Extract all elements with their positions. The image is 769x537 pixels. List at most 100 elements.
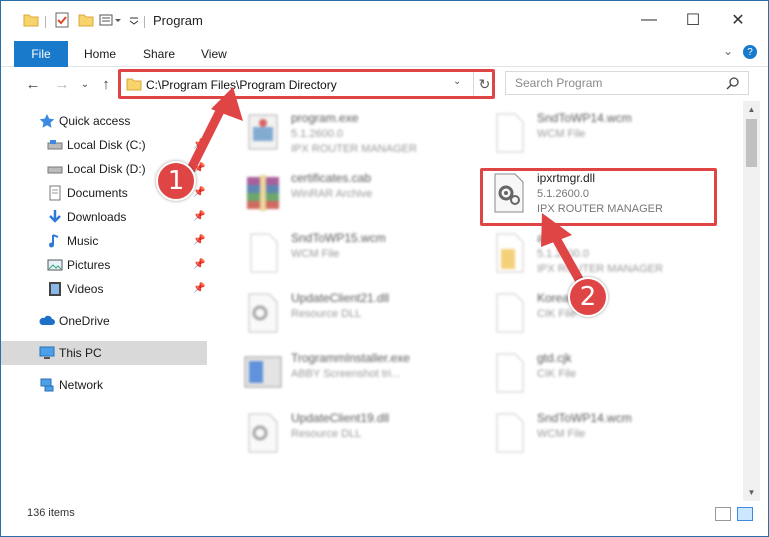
- nav-item-label: Pictures: [67, 258, 111, 272]
- nav-item-videos[interactable]: Videos 📌: [1, 277, 207, 301]
- nav-item-music[interactable]: Music 📌: [1, 229, 207, 253]
- nav-item-label: Quick access: [59, 114, 131, 128]
- ribbon: File Home Share View ⌄ ?: [1, 39, 768, 67]
- file-detail: IPX ROUTER MANAGER: [537, 263, 663, 275]
- nav-item-this-pc[interactable]: This PC: [1, 341, 207, 365]
- refresh-button[interactable]: ↻: [473, 72, 495, 96]
- file-item[interactable]: SndToWP14.wcm WCM File: [481, 105, 721, 163]
- file-item[interactable]: SndToWP14.wcm WCM File: [481, 405, 721, 463]
- dll-icon: [241, 411, 285, 455]
- file-name: ipxrtmgr.dll: [537, 171, 596, 185]
- forward-button[interactable]: →: [51, 73, 73, 95]
- file-list: program.exe 5.1.2600.0 IPX ROUTER MANAGE…: [215, 101, 743, 501]
- file-item[interactable]: certificates.cab WinRAR Archive: [235, 165, 475, 223]
- file-icon: [487, 351, 531, 395]
- nav-item-downloads[interactable]: Downloads 📌: [1, 205, 207, 229]
- archive-icon: [241, 171, 285, 215]
- file-item[interactable]: UpdateClient21.dll Resource DLL: [235, 285, 475, 343]
- large-icons-view-icon[interactable]: [737, 507, 753, 521]
- divider: [45, 16, 46, 28]
- file-detail: Resource DLL: [291, 428, 362, 440]
- network-icon: [39, 377, 55, 393]
- file-name: SndToWP14.wcm: [537, 411, 632, 425]
- file-detail: CIK File: [537, 308, 577, 320]
- file-detail: WCM File: [537, 428, 586, 440]
- customize-qa-icon[interactable]: [99, 11, 125, 29]
- file-detail: 5.1.2600.0: [537, 248, 589, 260]
- back-button[interactable]: ←: [22, 73, 44, 95]
- properties-icon[interactable]: [54, 11, 70, 29]
- nav-item-onedrive[interactable]: OneDrive: [1, 309, 207, 333]
- tab-home[interactable]: Home: [84, 47, 116, 61]
- up-button[interactable]: ↑: [95, 73, 117, 95]
- file-detail: 5.1.2600.0: [537, 188, 589, 200]
- file-item[interactable]: gtd.cjk CIK File: [481, 345, 721, 403]
- close-button[interactable]: ✕: [715, 1, 761, 39]
- folder-icon[interactable]: [23, 11, 39, 29]
- chevron-down-icon[interactable]: ⌄: [453, 76, 461, 87]
- recent-locations-button[interactable]: ⌄: [74, 73, 96, 95]
- nav-item-quick-access[interactable]: Quick access: [1, 109, 207, 133]
- search-icon[interactable]: [726, 76, 740, 93]
- nav-item-pictures[interactable]: Pictures 📌: [1, 253, 207, 277]
- tab-file[interactable]: File: [14, 41, 68, 67]
- file-icon: [241, 231, 285, 275]
- tab-view[interactable]: View: [201, 47, 227, 61]
- exe-icon: [241, 111, 285, 155]
- nav-item-local-disk-c[interactable]: Local Disk (C:) 📌: [1, 133, 207, 157]
- pin-icon[interactable]: 📌: [193, 163, 205, 174]
- nav-item-network[interactable]: Network: [1, 373, 207, 397]
- file-name: UpdateClient21.dll: [291, 291, 390, 305]
- chevron-down-icon[interactable]: [129, 11, 139, 29]
- pc-icon: [39, 345, 55, 361]
- file-item[interactable]: all 5.1.2600.0 IPX ROUTER MANAGER: [481, 225, 721, 283]
- nav-item-label: Local Disk (D:): [67, 162, 146, 176]
- file-icon: [487, 291, 531, 335]
- file-detail: IPX ROUTER MANAGER: [291, 143, 417, 155]
- file-name: gtd.cjk: [537, 351, 572, 365]
- documents-icon: [47, 185, 63, 201]
- nav-item-label: Music: [67, 234, 99, 248]
- window-title: Program: [153, 13, 203, 28]
- file-name: all: [537, 231, 550, 245]
- vertical-scrollbar[interactable]: ▲ ▼: [743, 101, 760, 501]
- minimize-button[interactable]: —: [626, 1, 672, 39]
- ribbon-expand-icon[interactable]: ⌄: [723, 44, 733, 58]
- scroll-up-icon[interactable]: ▲: [743, 101, 760, 118]
- pin-icon[interactable]: 📌: [193, 139, 205, 150]
- divider: [144, 16, 145, 28]
- file-item[interactable]: program.exe 5.1.2600.0 IPX ROUTER MANAGE…: [235, 105, 475, 163]
- file-item[interactable]: SndToWP15.wcm WCM File: [235, 225, 475, 283]
- address-bar[interactable]: C:\Program Files\Program Directory ⌄ ↻: [119, 71, 495, 97]
- scroll-down-icon[interactable]: ▼: [743, 484, 760, 501]
- title-bar: Program — ☐ ✕: [1, 1, 768, 39]
- file-item[interactable]: TrogrammInstaller.exe ABBY Screenshot tr…: [235, 345, 475, 403]
- music-icon: [47, 233, 63, 249]
- pin-icon[interactable]: 📌: [193, 259, 205, 270]
- search-placeholder: Search Program: [515, 76, 603, 90]
- new-folder-icon[interactable]: [78, 11, 94, 29]
- address-path[interactable]: C:\Program Files\Program Directory: [146, 78, 337, 92]
- pin-icon[interactable]: 📌: [193, 235, 205, 246]
- maximize-button[interactable]: ☐: [670, 1, 716, 39]
- pin-icon[interactable]: 📌: [193, 283, 205, 294]
- file-detail: WCM File: [537, 128, 586, 140]
- search-input[interactable]: Search Program: [505, 71, 749, 95]
- star-icon: [39, 113, 55, 129]
- file-detail: Resource DLL: [291, 308, 362, 320]
- drive-icon: [47, 161, 63, 177]
- help-icon[interactable]: ?: [743, 45, 757, 59]
- details-view-icon[interactable]: [715, 507, 731, 521]
- nav-item-label: Documents: [67, 186, 128, 200]
- scroll-thumb[interactable]: [746, 119, 757, 167]
- item-count: 136 items: [27, 507, 75, 519]
- file-item-selected[interactable]: ipxrtmgr.dll 5.1.2600.0 IPX ROUTER MANAG…: [481, 165, 721, 223]
- file-icon: [487, 411, 531, 455]
- file-item[interactable]: UpdateClient19.dll Resource DLL: [235, 405, 475, 463]
- pin-icon[interactable]: 📌: [193, 187, 205, 198]
- pin-icon[interactable]: 📌: [193, 211, 205, 222]
- folder-file-icon: [487, 231, 531, 275]
- tab-share[interactable]: Share: [143, 47, 175, 61]
- file-name: TrogrammInstaller.exe: [291, 351, 410, 365]
- file-detail: 5.1.2600.0: [291, 128, 343, 140]
